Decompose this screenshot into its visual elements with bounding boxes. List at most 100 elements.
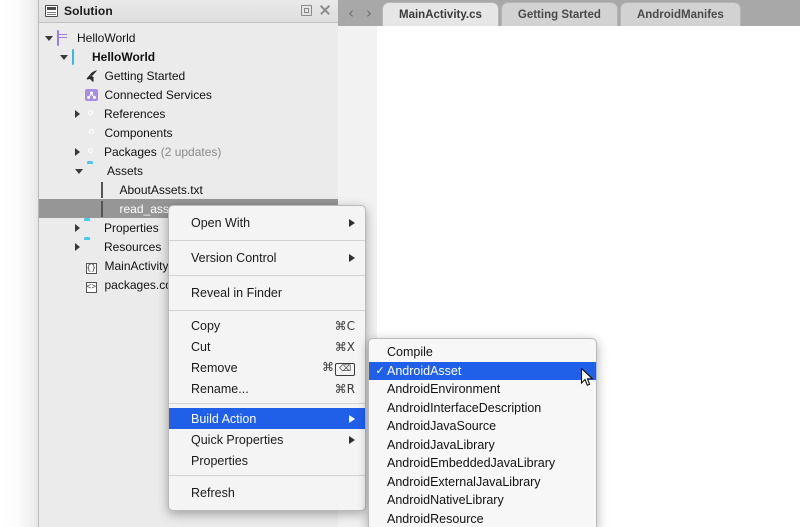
checkmark-icon: ✓ — [373, 364, 387, 377]
context-menu-item[interactable]: Build Action — [169, 408, 365, 429]
tree-item[interactable]: HelloWorld — [39, 47, 338, 66]
menu-separator — [169, 275, 365, 276]
tree-disclosure-triangle-icon[interactable] — [45, 36, 53, 41]
package-icon — [85, 126, 100, 140]
submenu-arrow-icon — [349, 254, 355, 262]
document-tab[interactable]: AndroidManifes — [620, 2, 741, 26]
tab-navigation[interactable]: ‹ › — [338, 0, 382, 26]
tree-item-label: HelloWorld — [77, 31, 135, 45]
tree-item-label: AboutAssets.txt — [120, 183, 203, 197]
context-menu-item-label: Quick Properties — [191, 433, 339, 447]
tree-item[interactable]: Getting Started — [39, 66, 338, 85]
build-action-option[interactable]: Compile — [369, 343, 596, 362]
document-tab-bar: ‹ › MainActivity.cs Getting Started Androi… — [338, 0, 800, 26]
context-menu-item-label: Rename... — [191, 382, 321, 396]
connected-services-icon — [85, 88, 100, 102]
build-action-option[interactable]: AndroidJavaSource — [369, 417, 596, 436]
context-menu-item-label: Refresh — [191, 486, 355, 500]
tree-disclosure-triangle-icon[interactable] — [75, 169, 83, 174]
build-action-submenu: Compile✓AndroidAssetAndroidEnvironmentAn… — [368, 338, 597, 527]
file-context-menu: Open With Version Control Reveal in Finder… — [168, 205, 366, 511]
xml-file-icon: <> — [85, 278, 100, 292]
document-tab[interactable]: MainActivity.cs — [382, 2, 499, 26]
tree-disclosure-triangle-icon[interactable] — [75, 148, 80, 156]
document-tab-label: Getting Started — [518, 9, 601, 21]
solution-icon — [57, 31, 72, 45]
chevron-right-icon[interactable]: › — [360, 4, 378, 22]
build-action-option-label: AndroidJavaLibrary — [387, 438, 495, 452]
context-menu-item-shortcut: ⌘⌫ — [322, 360, 355, 376]
context-menu-item[interactable]: Copy⌘C — [169, 315, 365, 336]
context-menu-item[interactable]: Version Control — [169, 245, 365, 271]
build-action-option[interactable]: AndroidExternalJavaLibrary — [369, 473, 596, 492]
context-menu-item-label: Reveal in Finder — [191, 286, 355, 300]
tree-item[interactable]: HelloWorld — [39, 28, 338, 47]
build-action-option[interactable]: AndroidNativeLibrary — [369, 491, 596, 510]
context-menu-item[interactable]: Reveal in Finder — [169, 280, 365, 306]
tree-item[interactable]: References — [39, 104, 338, 123]
build-action-option[interactable]: AndroidInterfaceDescription — [369, 399, 596, 418]
build-action-option-label: AndroidEmbeddedJavaLibrary — [387, 456, 555, 470]
tree-item-label: Getting Started — [105, 69, 186, 83]
context-menu-item-label: Open With — [191, 216, 339, 230]
build-action-option-label: AndroidInterfaceDescription — [387, 401, 541, 415]
build-action-option[interactable]: AndroidEnvironment — [369, 380, 596, 399]
chevron-left-icon[interactable]: ‹ — [342, 4, 360, 22]
tree-disclosure-triangle-icon[interactable] — [75, 243, 80, 251]
context-menu-item[interactable]: Quick Properties — [169, 429, 365, 450]
submenu-arrow-icon — [349, 415, 355, 423]
close-icon[interactable] — [319, 4, 331, 16]
tree-item-badge: (2 updates) — [161, 145, 222, 159]
solution-pad-header: Solution — [39, 0, 338, 23]
tree-item[interactable]: Packages(2 updates) — [39, 142, 338, 161]
tree-disclosure-triangle-icon[interactable] — [75, 110, 80, 118]
tree-disclosure-triangle-icon[interactable] — [75, 224, 80, 232]
build-action-option-label: AndroidJavaSource — [387, 419, 496, 433]
tree-disclosure-triangle-icon[interactable] — [60, 55, 68, 60]
submenu-arrow-icon — [349, 436, 355, 444]
tree-item[interactable]: Connected Services — [39, 85, 338, 104]
build-action-option-label: AndroidResource — [387, 512, 484, 526]
build-action-option[interactable]: AndroidResource — [369, 510, 596, 527]
build-action-option-label: AndroidNativeLibrary — [387, 493, 504, 507]
tree-item[interactable]: Assets — [39, 161, 338, 180]
project-icon — [72, 50, 87, 64]
build-action-option-label: AndroidEnvironment — [387, 382, 500, 396]
context-menu-item-label: Cut — [191, 340, 321, 354]
folder-icon — [87, 164, 102, 178]
build-action-option[interactable]: ✓AndroidAsset — [369, 362, 596, 381]
build-action-option[interactable]: AndroidEmbeddedJavaLibrary — [369, 454, 596, 473]
tree-item-label: Resources — [104, 240, 161, 254]
context-menu-item[interactable]: Cut⌘X — [169, 336, 365, 357]
context-menu-item[interactable]: Remove ⌘⌫ — [169, 357, 365, 378]
document-tab[interactable]: Getting Started — [501, 2, 618, 26]
minimize-icon[interactable] — [301, 5, 312, 16]
folder-icon — [84, 240, 99, 254]
tree-item-label: Connected Services — [105, 88, 212, 102]
app-window: ‹ › MainActivity.cs Getting Started Androi… — [0, 0, 800, 527]
build-action-option-label: AndroidAsset — [387, 364, 461, 378]
context-menu-item[interactable]: Open With — [169, 210, 365, 236]
build-action-option[interactable]: AndroidJavaLibrary — [369, 436, 596, 455]
text-file-icon — [100, 202, 115, 216]
tree-item[interactable]: Components — [39, 123, 338, 142]
backspace-key-icon: ⌫ — [335, 363, 355, 376]
context-menu-item-label: Remove — [191, 361, 308, 375]
tree-item-label: Properties — [104, 221, 159, 235]
document-tab-label: AndroidManifes — [637, 9, 724, 21]
tree-item-label: References — [104, 107, 165, 121]
context-menu-item-label: Properties — [191, 454, 355, 468]
context-menu-item[interactable]: Properties — [169, 450, 365, 471]
submenu-arrow-icon — [349, 219, 355, 227]
folder-icon — [84, 221, 99, 235]
build-action-option-label: AndroidExternalJavaLibrary — [387, 475, 541, 489]
context-menu-item[interactable]: Rename...⌘R — [169, 378, 365, 399]
rocket-icon — [85, 69, 100, 83]
solution-pad-buttons — [301, 4, 331, 16]
build-action-option-label: Compile — [387, 345, 433, 359]
tree-item-label: Components — [105, 126, 173, 140]
tree-item[interactable]: AboutAssets.txt — [39, 180, 338, 199]
context-menu-item[interactable]: Refresh — [169, 480, 365, 506]
tree-item-label: Assets — [107, 164, 143, 178]
menu-separator — [169, 475, 365, 476]
